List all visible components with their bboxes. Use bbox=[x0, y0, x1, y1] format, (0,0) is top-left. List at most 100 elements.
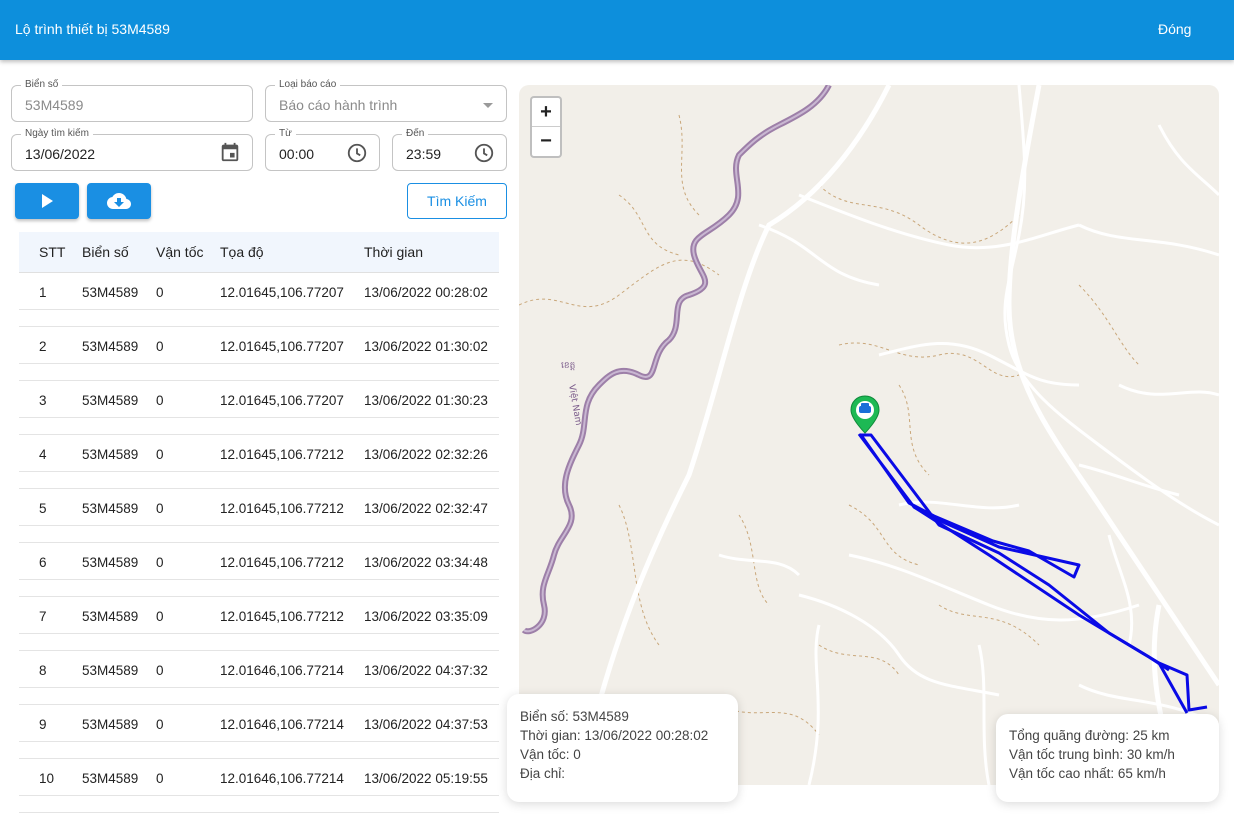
map-view[interactable]: ខេត្ត Việt Nam bbox=[519, 85, 1219, 785]
search-date-field[interactable]: Ngày tìm kiếm 13/06/2022 bbox=[11, 127, 253, 171]
cell-coords: 12.01645,106.77207 bbox=[220, 393, 344, 408]
cell-plate: 53M4589 bbox=[82, 663, 139, 678]
cell-speed: 0 bbox=[156, 447, 164, 462]
summary-max-speed: Vận tốc cao nhất: 65 km/h bbox=[1009, 766, 1166, 781]
cell-stt: 2 bbox=[39, 339, 47, 354]
dropdown-arrow-icon bbox=[483, 103, 493, 108]
map-roads-major bbox=[576, 85, 1219, 785]
map-canvas[interactable]: ខេត្ត Việt Nam bbox=[519, 85, 1219, 785]
search-button[interactable]: Tìm Kiếm bbox=[407, 183, 507, 219]
cell-plate: 53M4589 bbox=[82, 555, 139, 570]
report-type-value: Báo cáo hành trình bbox=[279, 97, 398, 113]
summary-distance: Tổng quãng đường: 25 km bbox=[1009, 728, 1170, 743]
row-divider bbox=[19, 363, 499, 364]
cell-coords: 12.01646,106.77214 bbox=[220, 717, 344, 732]
cell-time: 13/06/2022 03:35:09 bbox=[364, 609, 488, 624]
zoom-control: + − bbox=[530, 96, 562, 158]
cell-stt: 7 bbox=[39, 609, 47, 624]
info-plate: Biển số: 53M4589 bbox=[520, 709, 629, 724]
vehicle-info-card: Biển số: 53M4589 Thời gian: 13/06/2022 0… bbox=[507, 694, 738, 802]
row-divider bbox=[19, 687, 499, 688]
summary-avg-speed: Vận tốc trung bình: 30 km/h bbox=[1009, 747, 1175, 762]
row-divider bbox=[19, 417, 499, 418]
cell-time: 13/06/2022 02:32:47 bbox=[364, 501, 488, 516]
top-app-bar: Lộ trình thiết bị 53M4589 Đóng bbox=[0, 0, 1234, 60]
cell-plate: 53M4589 bbox=[82, 609, 139, 624]
play-button[interactable] bbox=[15, 183, 79, 219]
cell-plate: 53M4589 bbox=[82, 285, 139, 300]
cell-speed: 0 bbox=[156, 609, 164, 624]
vehicle-marker[interactable] bbox=[850, 395, 880, 434]
table-row[interactable]: 3 53M4589 0 12.01645,106.77207 13/06/2022 01… bbox=[19, 381, 499, 435]
country-border-inner bbox=[523, 85, 830, 633]
clock-icon[interactable] bbox=[346, 142, 368, 164]
cell-plate: 53M4589 bbox=[82, 501, 139, 516]
from-time-field[interactable]: Từ 00:00 bbox=[265, 127, 380, 171]
cell-speed: 0 bbox=[156, 501, 164, 516]
table-row[interactable]: 5 53M4589 0 12.01645,106.77212 13/06/2022 02… bbox=[19, 489, 499, 543]
col-header-time: Thời gian bbox=[364, 244, 423, 260]
table-row[interactable]: 10 53M4589 0 12.01646,106.77214 13/06/2022 0… bbox=[19, 759, 499, 813]
cell-coords: 12.01645,106.77212 bbox=[220, 447, 344, 462]
cell-time: 13/06/2022 04:37:32 bbox=[364, 663, 488, 678]
download-button[interactable] bbox=[87, 183, 151, 219]
col-header-plate: Biển số bbox=[82, 244, 129, 260]
info-speed: Vận tốc: 0 bbox=[520, 747, 581, 762]
row-divider bbox=[19, 633, 499, 634]
table-row[interactable]: 6 53M4589 0 12.01645,106.77212 13/06/2022 03… bbox=[19, 543, 499, 597]
cell-coords: 12.01646,106.77214 bbox=[220, 771, 344, 786]
table-header: STT Biển số Vận tốc Tọa độ Thời gian bbox=[19, 232, 499, 273]
table-row[interactable]: 8 53M4589 0 12.01646,106.77214 13/06/2022 04… bbox=[19, 651, 499, 705]
to-time-label: Đến bbox=[402, 127, 429, 141]
cell-speed: 0 bbox=[156, 339, 164, 354]
report-type-label: Loại báo cáo bbox=[275, 78, 341, 92]
cell-stt: 5 bbox=[39, 501, 47, 516]
cell-plate: 53M4589 bbox=[82, 339, 139, 354]
route-summary-card: Tổng quãng đường: 25 km Vận tốc trung bì… bbox=[996, 714, 1219, 802]
table-row[interactable]: 7 53M4589 0 12.01645,106.77212 13/06/2022 03… bbox=[19, 597, 499, 651]
cell-coords: 12.01645,106.77212 bbox=[220, 609, 344, 624]
col-header-coords: Tọa độ bbox=[220, 244, 264, 260]
row-divider bbox=[19, 579, 499, 580]
border-label-vietnam: Việt Nam bbox=[566, 384, 584, 427]
plate-field[interactable]: Biển số 53M4589 bbox=[11, 78, 253, 122]
cell-time: 13/06/2022 02:32:26 bbox=[364, 447, 488, 462]
cell-speed: 0 bbox=[156, 663, 164, 678]
cell-speed: 0 bbox=[156, 771, 164, 786]
row-divider bbox=[19, 741, 499, 742]
close-button[interactable]: Đóng bbox=[1158, 21, 1191, 37]
cell-plate: 53M4589 bbox=[82, 771, 139, 786]
table-row[interactable]: 1 53M4589 0 12.01645,106.77207 13/06/2022 00… bbox=[19, 273, 499, 327]
cell-speed: 0 bbox=[156, 285, 164, 300]
row-divider bbox=[19, 471, 499, 472]
to-time-value: 23:59 bbox=[406, 146, 442, 162]
table-row[interactable]: 2 53M4589 0 12.01645,106.77207 13/06/2022 01… bbox=[19, 327, 499, 381]
cell-time: 13/06/2022 04:37:53 bbox=[364, 717, 488, 732]
zoom-out-button[interactable]: − bbox=[532, 127, 560, 156]
to-time-field[interactable]: Đến 23:59 bbox=[392, 127, 507, 171]
car-icon bbox=[859, 406, 871, 413]
cell-coords: 12.01645,106.77212 bbox=[220, 555, 344, 570]
calendar-icon[interactable] bbox=[219, 141, 241, 163]
cell-stt: 4 bbox=[39, 447, 47, 462]
cell-speed: 0 bbox=[156, 717, 164, 732]
cell-plate: 53M4589 bbox=[82, 717, 139, 732]
cell-time: 13/06/2022 05:19:55 bbox=[364, 771, 488, 786]
row-divider bbox=[19, 309, 499, 310]
cell-coords: 12.01646,106.77214 bbox=[220, 663, 344, 678]
cell-time: 13/06/2022 03:34:48 bbox=[364, 555, 488, 570]
clock-icon[interactable] bbox=[473, 142, 495, 164]
plate-field-label: Biển số bbox=[21, 78, 63, 92]
report-type-select[interactable]: Loại báo cáo Báo cáo hành trình bbox=[265, 78, 507, 122]
map-roads-minor bbox=[718, 85, 1219, 785]
cell-plate: 53M4589 bbox=[82, 393, 139, 408]
route-table: STT Biển số Vận tốc Tọa độ Thời gian 1 53… bbox=[19, 232, 499, 813]
table-row[interactable]: 9 53M4589 0 12.01646,106.77214 13/06/2022 04… bbox=[19, 705, 499, 759]
page-title: Lộ trình thiết bị 53M4589 bbox=[15, 21, 170, 37]
play-icon bbox=[42, 194, 53, 208]
table-row[interactable]: 4 53M4589 0 12.01645,106.77212 13/06/2022 02… bbox=[19, 435, 499, 489]
zoom-in-button[interactable]: + bbox=[532, 98, 560, 127]
cell-stt: 1 bbox=[39, 285, 47, 300]
row-divider bbox=[19, 812, 499, 813]
from-time-value: 00:00 bbox=[279, 146, 315, 162]
